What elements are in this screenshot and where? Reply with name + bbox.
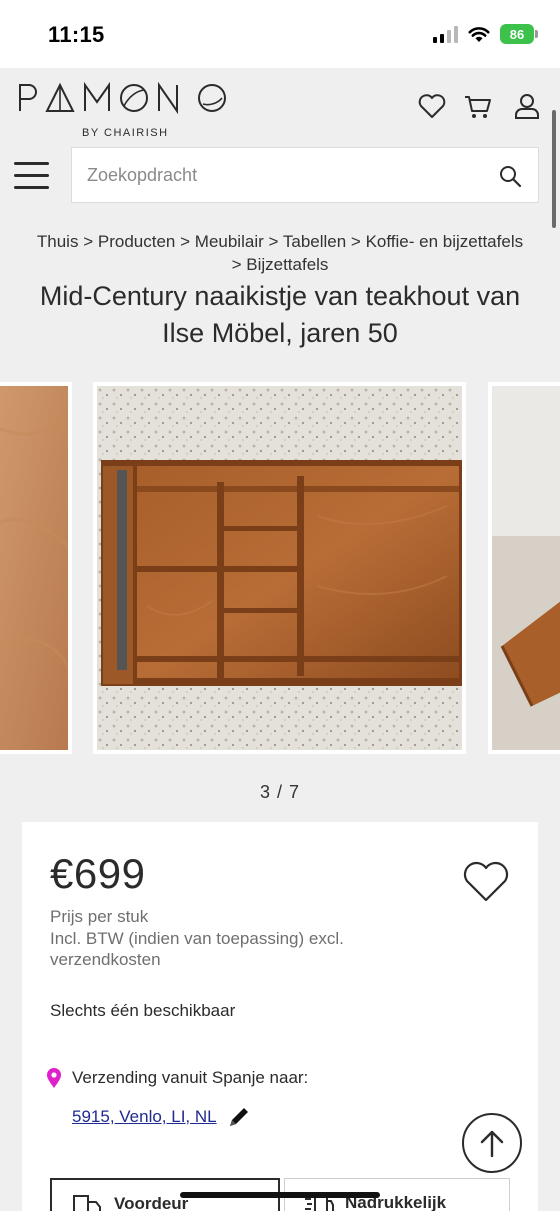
breadcrumb-home[interactable]: Thuis	[37, 232, 79, 251]
cart-icon[interactable]	[462, 90, 494, 122]
pamono-logo[interactable]: BY CHAIRISH	[17, 81, 229, 139]
site-header: BY CHAIRISH	[0, 68, 560, 139]
logo-subtitle: BY CHAIRISH	[82, 127, 169, 139]
shipping-label: Verzending vanuit Spanje naar:	[72, 1068, 309, 1087]
wifi-icon	[468, 26, 490, 42]
logo-wordmark	[19, 81, 226, 115]
battery-level: 86	[509, 26, 525, 42]
location-pin-icon	[47, 1068, 61, 1088]
search-input[interactable]	[87, 148, 487, 202]
next-product-image	[492, 386, 560, 750]
delivery-option-front-door-label: Voordeur	[114, 1194, 189, 1211]
product-title: Mid-Century naaikistje van teakhout van …	[0, 278, 560, 352]
favorite-heart-button[interactable]	[460, 856, 512, 904]
breadcrumb-separator: >	[83, 232, 94, 251]
product-title-line2: Ilse Möbel, jaren 50	[162, 318, 398, 348]
breadcrumb-products[interactable]: Producten	[98, 232, 176, 251]
pencil-edit-icon[interactable]	[227, 1105, 251, 1129]
breadcrumb-side-tables[interactable]: Bijzettafels	[246, 255, 328, 274]
user-icon[interactable]	[511, 90, 543, 122]
scroll-to-top-button[interactable]	[462, 1113, 522, 1173]
availability-text: Slechts één beschikbaar	[50, 1001, 236, 1020]
breadcrumb: Thuis > Producten > Meubilair > Tabellen…	[30, 230, 530, 276]
battery-icon: 86	[500, 24, 538, 44]
cellular-signal-icon	[433, 25, 458, 43]
heart-icon[interactable]	[416, 90, 448, 122]
breadcrumb-separator: >	[180, 232, 191, 251]
status-bar: 11:15 86	[0, 0, 560, 68]
shipping-info: Verzending vanuit Spanje naar:	[44, 1067, 308, 1089]
product-price: €699	[50, 850, 146, 897]
shipping-location-link[interactable]: 5915, Venlo, LI, NL	[72, 1105, 251, 1129]
gallery-counter: 3 / 7	[259, 782, 301, 802]
price-per-piece: Prijs per stuk	[50, 907, 149, 926]
page-scrollbar[interactable]	[552, 110, 556, 228]
front-door-delivery-icon	[73, 1195, 101, 1211]
search-bar[interactable]	[71, 147, 539, 203]
price-tax-note: Incl. BTW (indien van toepassing) excl.	[50, 929, 344, 948]
breadcrumb-separator: >	[268, 232, 279, 251]
breadcrumb-coffee-side-tables[interactable]: Koffie- en bijzettafels	[366, 232, 524, 251]
hamburger-menu-button[interactable]	[14, 160, 50, 190]
product-title-line1: Mid-Century naaikistje van teakhout van	[39, 281, 521, 311]
status-time: 11:15	[48, 22, 105, 47]
previous-product-image	[0, 386, 68, 750]
home-indicator[interactable]	[180, 1192, 380, 1198]
breadcrumb-tables[interactable]: Tabellen	[283, 232, 346, 251]
product-purchase-card: €699 Prijs per stuk Incl. BTW (indien va…	[22, 822, 538, 1211]
breadcrumb-separator: >	[350, 232, 361, 251]
shipping-location[interactable]: 5915, Venlo, LI, NL	[72, 1107, 217, 1127]
product-image-gallery[interactable]	[0, 382, 560, 754]
gallery-current-image[interactable]	[93, 382, 466, 754]
breadcrumb-separator: >	[231, 255, 242, 274]
product-image-sewing-box	[97, 386, 462, 750]
price-shipping-note: verzendkosten	[50, 950, 161, 969]
gallery-next-image[interactable]	[488, 382, 560, 754]
gallery-previous-image[interactable]	[0, 382, 72, 754]
arrow-up-icon	[480, 1130, 504, 1158]
breadcrumb-furniture[interactable]: Meubilair	[195, 232, 264, 251]
status-indicators: 86	[433, 24, 538, 44]
search-icon[interactable]	[498, 164, 522, 188]
